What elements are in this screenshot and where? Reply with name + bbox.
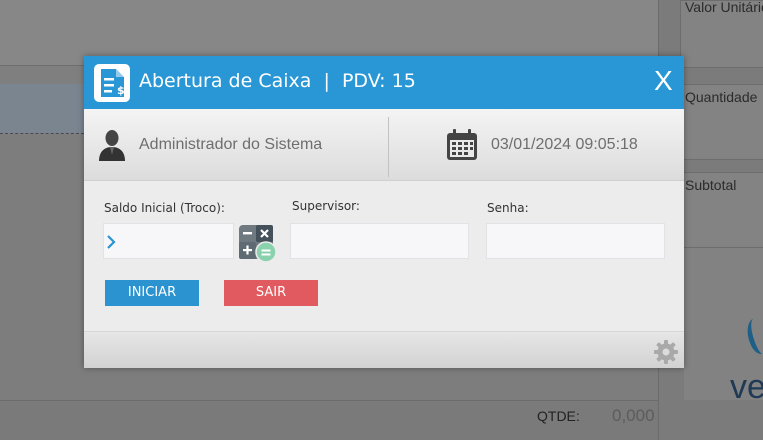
dialog-header: $ Abertura de Caixa | PDV: 15 X [84,56,684,109]
saldo-inicial-input[interactable] [103,223,234,259]
background-selected-row [0,84,84,134]
svg-text:$: $ [117,84,125,97]
supervisor-input[interactable] [290,223,469,259]
subtotal-label: Subtotal [685,177,737,193]
logo-text: ve [730,368,763,406]
quantidade-label: Quantidade [685,89,758,105]
abertura-de-caixa-dialog: $ Abertura de Caixa | PDV: 15 X Administ… [84,56,684,368]
opening-form: Saldo Inicial (Troco): Supervisor: Senha… [84,181,684,331]
saldo-inicial-label: Saldo Inicial (Troco): [104,201,225,215]
current-datetime: 03/01/2024 09:05:18 [491,136,638,153]
chevron-right-icon [107,235,116,249]
sair-button[interactable]: SAIR [224,280,318,306]
calculator-icon[interactable] [239,225,277,263]
qtde-value: 0,000 [612,406,655,425]
strip-divider [388,117,389,177]
session-info-strip: Administrador do Sistema 03/01/2024 09:0… [84,109,684,181]
quantidade-field: Quantidade [680,84,763,160]
gear-icon[interactable] [654,340,678,364]
senha-input[interactable] [486,223,665,259]
valor-unitario-field: Valor Unitário [680,0,763,68]
iniciar-button[interactable]: INICIAR [105,280,199,306]
senha-label: Senha: [487,201,529,215]
qtde-label: QTDE: [537,408,580,424]
user-icon [99,130,125,161]
receipt-dollar-icon: $ [94,64,130,102]
subtotal-field: Subtotal [680,172,763,248]
close-button[interactable]: X [654,67,673,95]
dialog-title: Abertura de Caixa | PDV: 15 [139,70,416,92]
supervisor-label: Supervisor: [292,199,360,213]
valor-unitario-label: Valor Unitário [685,0,763,15]
operator-name: Administrador do Sistema [139,136,323,153]
dialog-footer [84,331,684,368]
calendar-icon [447,129,477,160]
